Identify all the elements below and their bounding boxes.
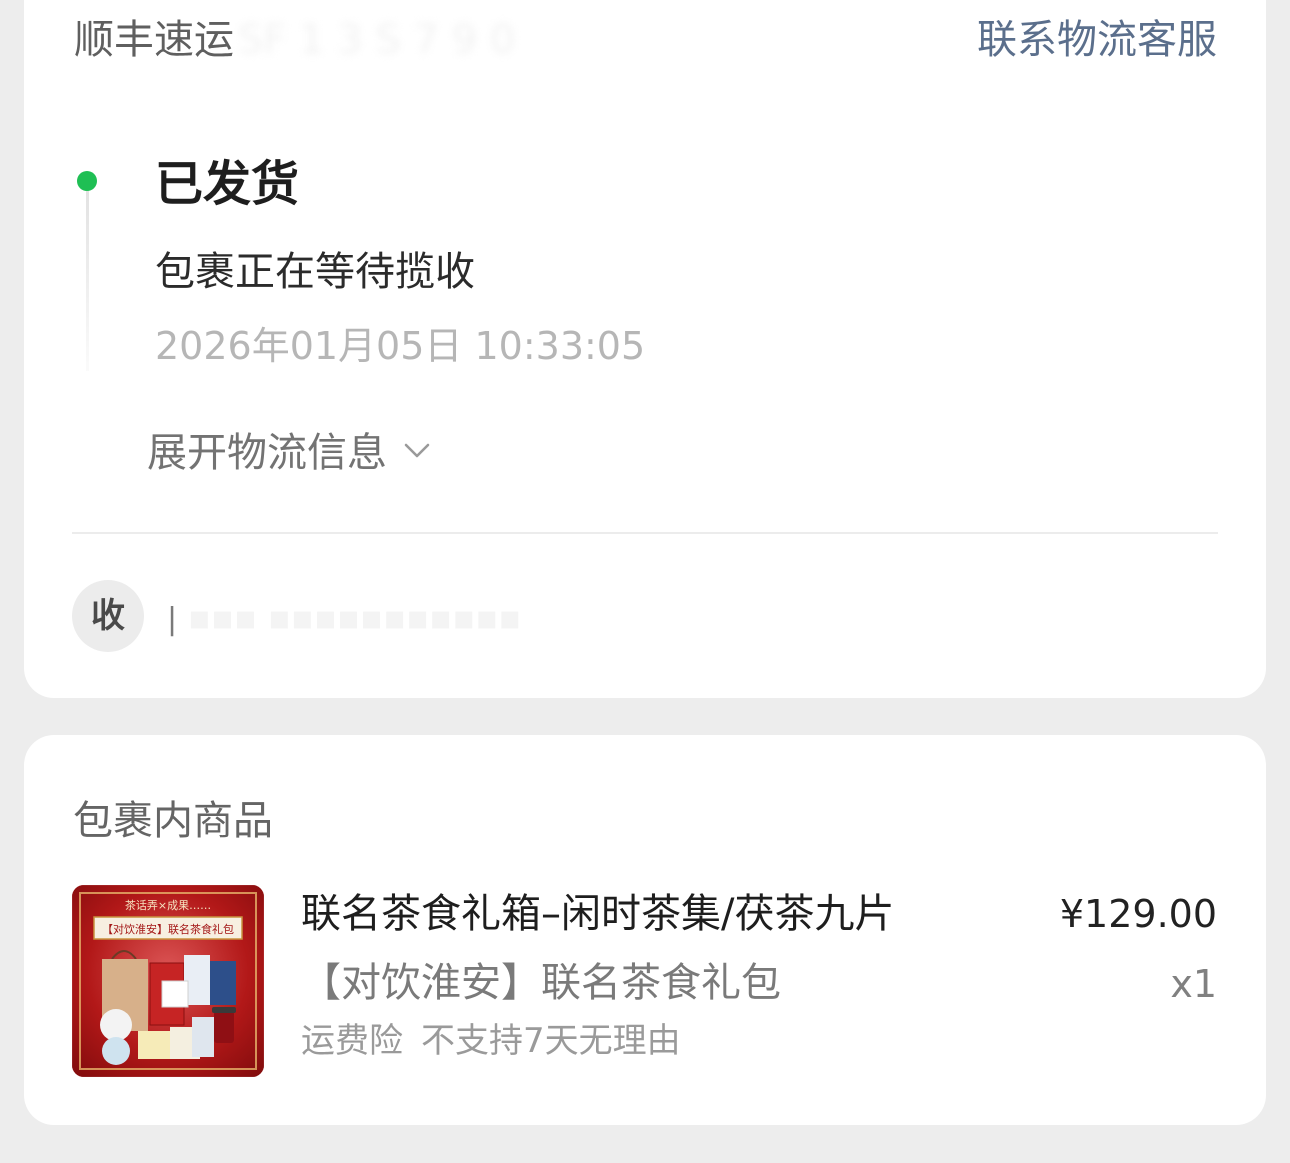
carrier-name: 顺丰速运 xyxy=(74,17,234,63)
contact-logistics-service-link[interactable]: 联系物流客服 xyxy=(977,17,1217,63)
tracking-number[interactable]: SF 1 3 S 7 9 0 xyxy=(238,17,515,63)
product-image-illustration: 茶话弄×成果…… 【对饮淮安】联名茶食礼包 xyxy=(72,885,264,1077)
product-image[interactable]: 茶话弄×成果…… 【对饮淮安】联名茶食礼包 xyxy=(72,885,264,1077)
chevron-down-icon xyxy=(404,443,430,458)
expand-logistics-button[interactable]: 展开物流信息 xyxy=(147,429,431,477)
receiver-info[interactable]: | ▪▪▪ ▪▪▪▪▪▪▪▪▪▪▪ xyxy=(167,598,521,640)
receiver-badge: 收 xyxy=(72,580,144,652)
package-items-card: 包裹内商品 茶话弄×成果…… 【对饮淮安】联名茶食礼包 联名茶食礼箱–闲时茶集/… xyxy=(24,735,1266,1125)
product-tags: 运费险 不支持7天无理由 xyxy=(301,1015,1021,1067)
tag-shipping-insurance: 运费险 xyxy=(301,1021,403,1061)
status-description: 包裹正在等待揽收 xyxy=(155,249,475,295)
status-dot xyxy=(77,171,97,191)
tag-no-7-day-return: 不支持7天无理由 xyxy=(421,1021,681,1061)
receiver-details-masked: ▪▪▪ ▪▪▪▪▪▪▪▪▪▪▪ xyxy=(187,598,522,638)
logistics-card: 顺丰速运 SF 1 3 S 7 9 0 联系物流客服 已发货 包裹正在等待揽收 2… xyxy=(24,0,1266,698)
product-image-header-text: 茶话弄×成果…… xyxy=(125,899,211,912)
timeline-line xyxy=(86,191,89,371)
receiver-separator: | xyxy=(167,602,178,637)
carrier-header: 顺丰速运 SF 1 3 S 7 9 0 xyxy=(74,17,515,63)
product-image-banner-text: 【对饮淮安】联名茶食礼包 xyxy=(102,922,234,936)
expand-logistics-label: 展开物流信息 xyxy=(147,430,387,476)
product-title: 联名茶食礼箱–闲时茶集/茯茶九片 xyxy=(301,891,895,937)
status-title: 已发货 xyxy=(155,156,300,212)
product-quantity: x1 xyxy=(1170,962,1217,1006)
product-price: ¥129.00 xyxy=(1059,892,1217,936)
product-spec: 【对饮淮安】联名茶食礼包 xyxy=(301,960,781,1006)
product-info[interactable]: 联名茶食礼箱–闲时茶集/茯茶九片 【对饮淮安】联名茶食礼包 运费险 不支持7天无理… xyxy=(301,885,1021,1067)
divider xyxy=(72,532,1218,534)
status-timestamp: 2026年01月05日 10:33:05 xyxy=(155,324,646,368)
package-items-heading: 包裹内商品 xyxy=(73,798,273,844)
